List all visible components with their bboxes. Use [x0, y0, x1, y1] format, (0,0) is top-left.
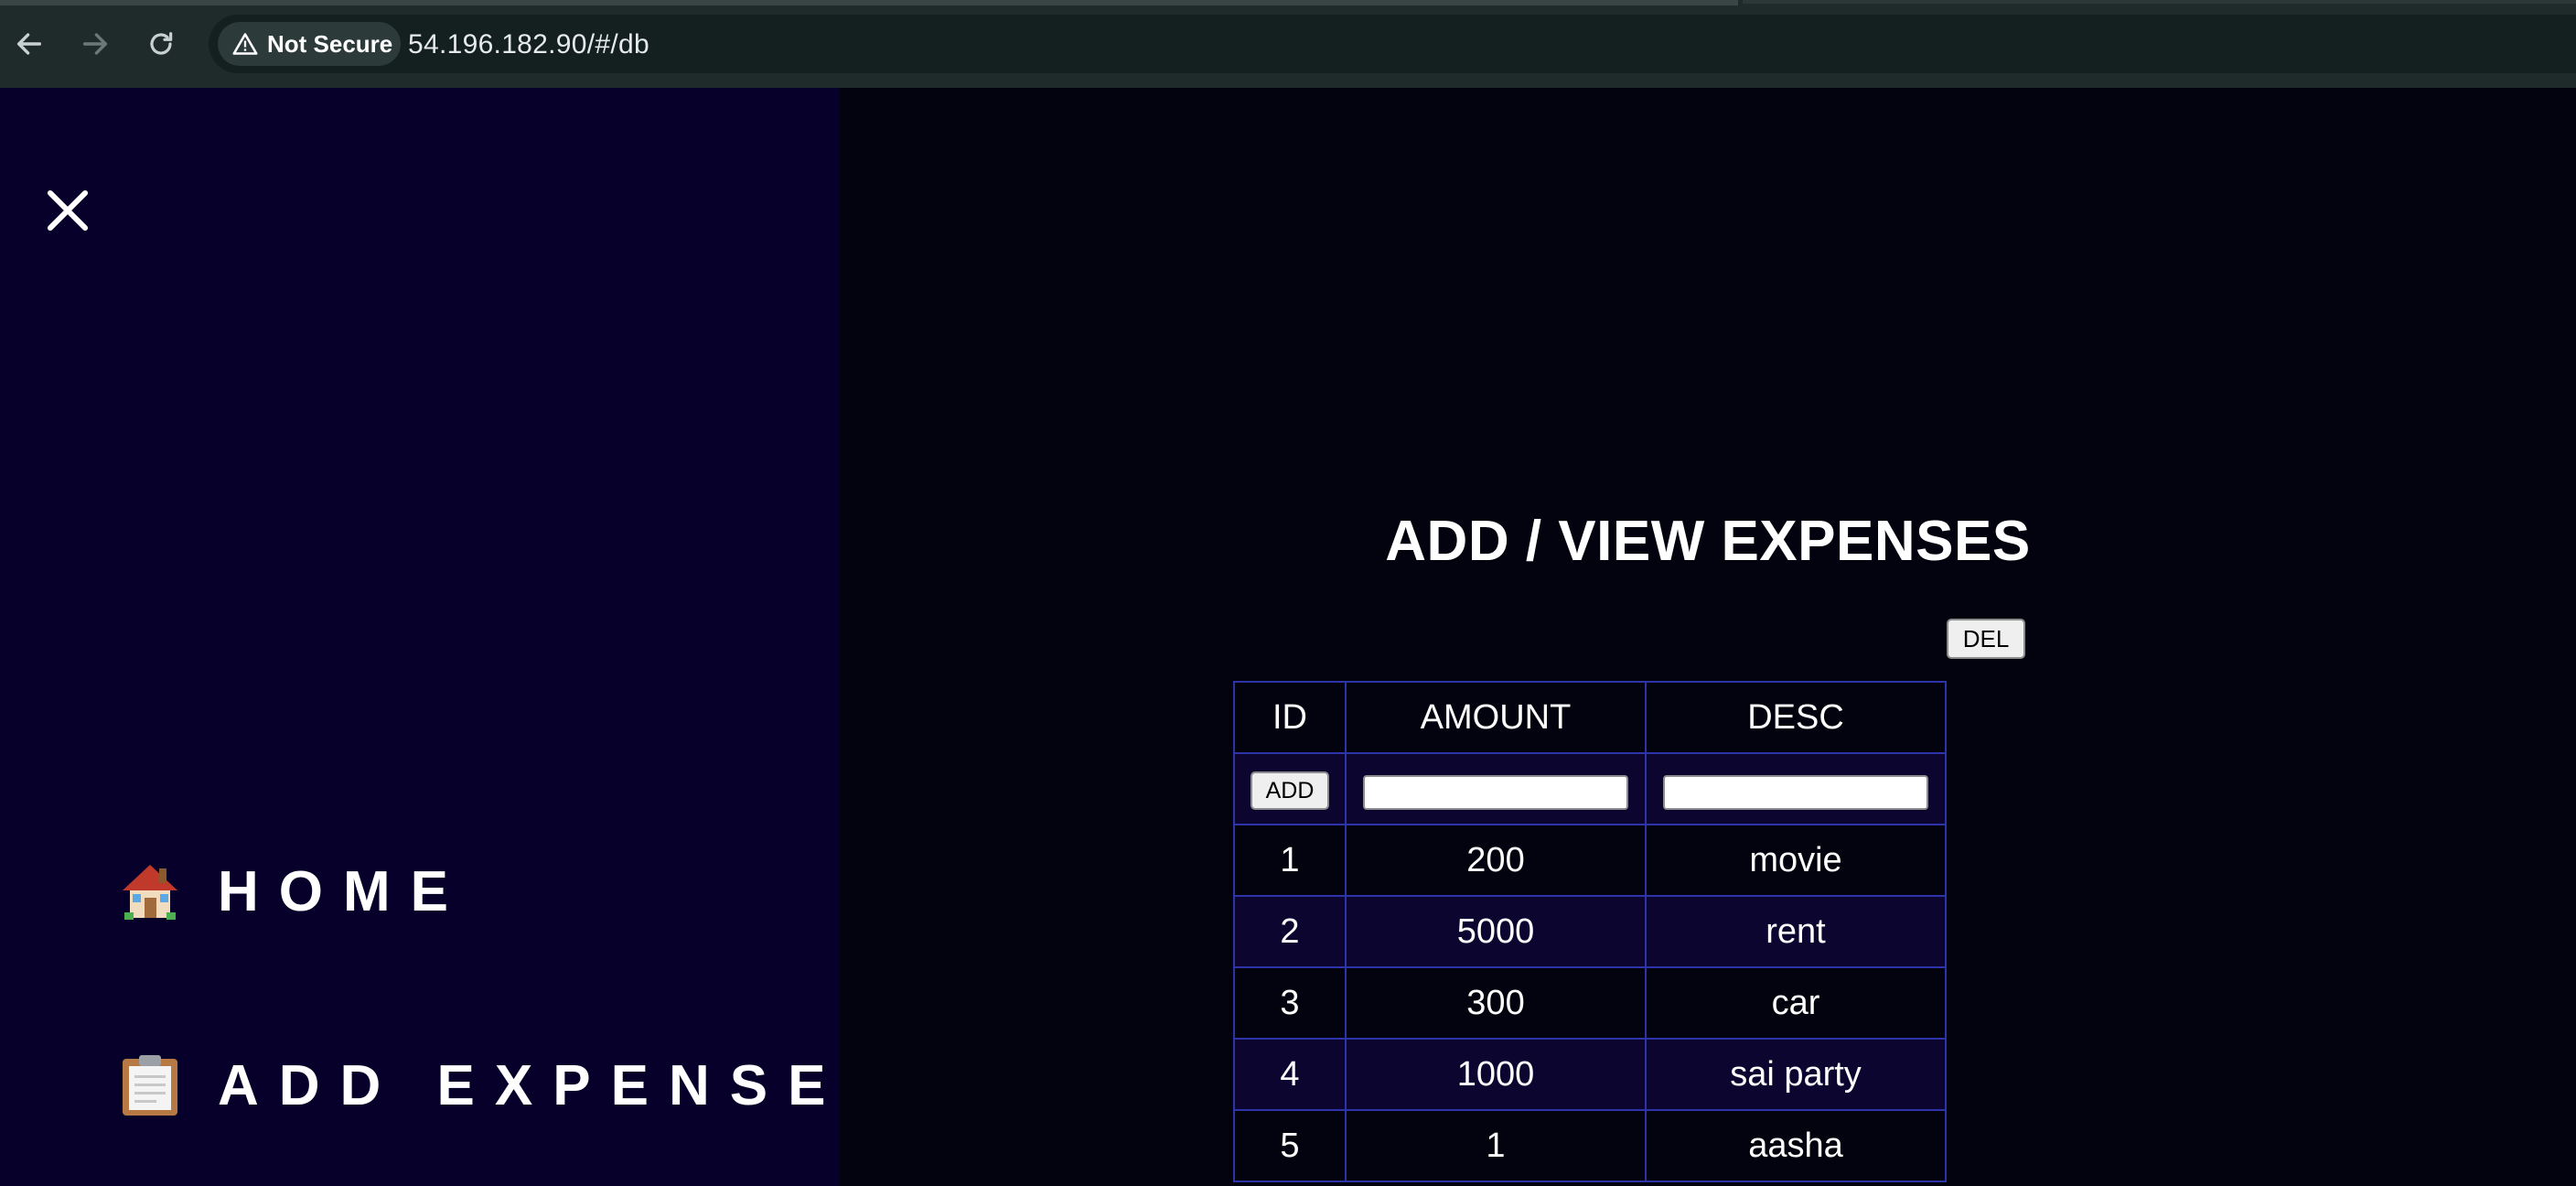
desc-cell: [1645, 752, 1947, 825]
cell-desc: movie: [1645, 824, 1947, 897]
table-row: 3 300 car: [1233, 966, 1947, 1040]
forward-button[interactable]: [71, 20, 119, 68]
house-icon: [119, 859, 181, 923]
cell-id: 5: [1233, 1109, 1347, 1182]
cell-desc: car: [1645, 966, 1947, 1040]
main-content: ADD / VIEW EXPENSES DEL ID AMOUNT DESC A…: [840, 88, 2576, 1186]
warning-icon: [232, 32, 258, 56]
reload-icon: [150, 32, 173, 55]
cell-amount: 1: [1345, 1109, 1647, 1182]
sidebar-item-home[interactable]: HOME: [119, 855, 468, 928]
column-header-amount: AMOUNT: [1345, 681, 1647, 754]
reload-button[interactable]: [137, 20, 185, 68]
arrow-right-icon: [82, 33, 108, 55]
delete-button[interactable]: DEL: [1947, 619, 2025, 659]
page-title: ADD / VIEW EXPENSES: [1385, 510, 2031, 573]
desc-input[interactable]: [1663, 774, 1928, 810]
sidebar-item-label: ADD EXPENSE: [218, 1053, 846, 1117]
address-bar[interactable]: Not Secure 54.196.182.90/#/db: [209, 15, 2576, 73]
table-row: 2 5000 rent: [1233, 895, 1947, 968]
column-header-id: ID: [1233, 681, 1347, 754]
sidebar: HOME ADD EXPENSE: [0, 88, 840, 1186]
cell-amount: 1000: [1345, 1038, 1647, 1111]
cell-desc: aasha: [1645, 1109, 1947, 1182]
table-input-row: ADD: [1233, 752, 1947, 825]
cell-amount: 300: [1345, 966, 1647, 1040]
table-row: 4 1000 sai party: [1233, 1038, 1947, 1111]
table-row: 5 1 aasha: [1233, 1109, 1947, 1182]
cell-id: 2: [1233, 895, 1347, 968]
security-label: Not Secure: [267, 29, 393, 58]
add-button[interactable]: ADD: [1250, 771, 1329, 811]
cell-id: 3: [1233, 966, 1347, 1040]
close-icon: [47, 189, 89, 232]
cell-desc: rent: [1645, 895, 1947, 968]
table-row: 1 200 movie: [1233, 824, 1947, 897]
table-header-row: ID AMOUNT DESC: [1233, 681, 1947, 754]
add-cell: ADD: [1233, 752, 1347, 825]
clipboard-icon: [119, 1053, 181, 1117]
expenses-table: ID AMOUNT DESC ADD 1 200 movie 2 5000 re…: [1233, 681, 1947, 1182]
tab-strip-right: [1743, 0, 2576, 4]
sidebar-item-label: HOME: [218, 859, 468, 923]
cell-id: 4: [1233, 1038, 1347, 1111]
amount-cell: [1345, 752, 1647, 825]
close-sidebar-button[interactable]: [42, 185, 93, 236]
security-indicator[interactable]: Not Secure: [218, 22, 401, 66]
cell-id: 1: [1233, 824, 1347, 897]
url-text[interactable]: 54.196.182.90/#/db: [408, 29, 649, 60]
column-header-desc: DESC: [1645, 681, 1947, 754]
back-button[interactable]: [5, 20, 53, 68]
tab-strip: [0, 0, 1738, 5]
sidebar-item-add-expense[interactable]: ADD EXPENSE: [119, 1049, 845, 1122]
amount-input[interactable]: [1363, 774, 1628, 810]
arrow-left-icon: [16, 33, 42, 55]
cell-amount: 5000: [1345, 895, 1647, 968]
cell-desc: sai party: [1645, 1038, 1947, 1111]
browser-toolbar: Not Secure 54.196.182.90/#/db: [0, 0, 2576, 88]
cell-amount: 200: [1345, 824, 1647, 897]
